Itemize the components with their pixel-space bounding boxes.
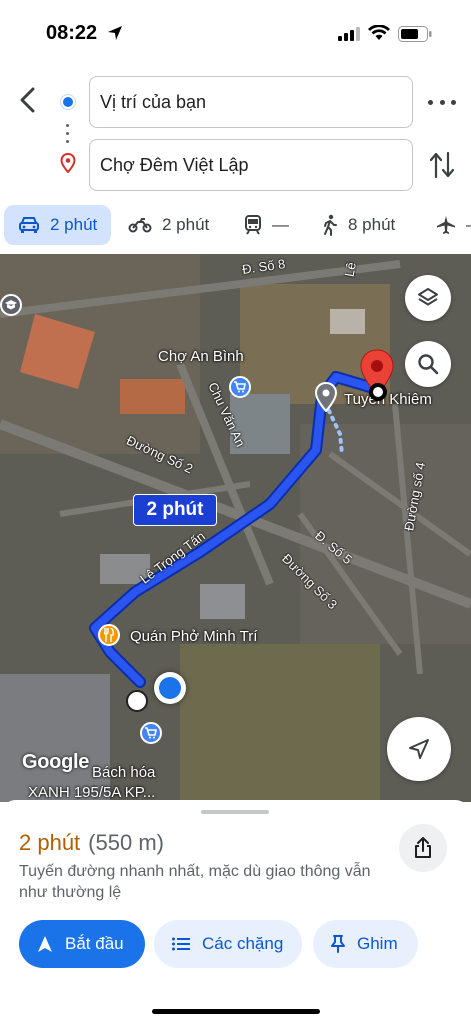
map-label-cho-an-binh: Chợ An Bình	[158, 348, 244, 365]
share-icon	[415, 837, 431, 858]
mode-car[interactable]: 2 phút	[4, 205, 112, 245]
mode-car-time: 2 phút	[50, 215, 98, 234]
shopping-cart-icon[interactable]	[229, 376, 251, 398]
start-label: Bắt đầu	[65, 934, 124, 953]
destination-point	[369, 383, 387, 401]
mode-walk-time: 8 phút	[348, 215, 396, 234]
battery-icon	[398, 26, 432, 42]
mode-flight[interactable]: –	[436, 205, 471, 245]
mode-walk[interactable]: 8 phút	[322, 205, 395, 245]
school-icon[interactable]	[0, 294, 22, 316]
back-button[interactable]	[12, 84, 42, 116]
dot	[428, 99, 433, 105]
walk-icon	[324, 214, 337, 236]
swap-icon[interactable]	[428, 149, 456, 181]
dot	[439, 99, 445, 105]
eta-distance: (550 m)	[88, 830, 164, 855]
current-location-icon	[159, 677, 181, 699]
share-button[interactable]	[399, 824, 447, 872]
map-label-bach-hoa-2: XANH 195/5A KP...	[28, 784, 156, 801]
airplane-icon	[437, 216, 455, 234]
origin-field[interactable]: Vị trí của bạn	[89, 76, 413, 128]
map-label-bach-hoa-1: Bách hóa	[92, 764, 156, 781]
sheet-grabber[interactable]	[201, 810, 269, 814]
more-options-button[interactable]	[428, 92, 456, 112]
train-icon	[245, 215, 261, 235]
status-time: 08:22	[46, 22, 98, 44]
navigation-icon	[38, 936, 52, 952]
start-button[interactable]: Bắt đầu	[19, 920, 145, 968]
current-location-ring	[154, 672, 186, 704]
street-le-partial: Lê	[341, 261, 359, 278]
mode-flight-time: –	[466, 215, 471, 235]
route-connector-dots	[66, 124, 70, 148]
route-description: Tuyến đường nhanh nhất, mặc dù giao thôn…	[19, 863, 371, 901]
wifi-icon	[368, 25, 390, 40]
steps-button[interactable]: Các chặng	[154, 920, 302, 968]
layers-icon	[418, 288, 438, 306]
list-icon	[172, 937, 190, 951]
mode-transit[interactable]: —	[244, 205, 289, 245]
google-logo: Google	[22, 751, 90, 773]
pin-button[interactable]: Ghim	[313, 920, 418, 968]
map-view[interactable]: Chợ An Bình Tuyến Khiêm Quán Phở Minh Tr…	[0, 254, 471, 802]
dot	[451, 99, 456, 105]
restaurant-icon[interactable]	[98, 624, 120, 646]
destination-field[interactable]: Chợ Đêm Việt Lập	[89, 139, 413, 191]
route-time-label: 2 phút	[133, 494, 217, 526]
waypoint-pin-icon	[314, 382, 338, 412]
search-icon	[418, 354, 439, 375]
steps-label: Các chặng	[202, 934, 284, 953]
eta-line: 2 phút (550 m)	[19, 830, 164, 856]
route-start-point	[126, 690, 148, 712]
car-icon	[19, 217, 39, 233]
mode-motorbike-time: 2 phút	[162, 215, 210, 234]
eta-time: 2 phút	[19, 830, 81, 855]
location-arrow-icon	[108, 26, 122, 40]
chevron-left-icon	[20, 87, 35, 113]
origin-dot-icon	[61, 95, 75, 109]
motorbike-icon	[128, 218, 152, 233]
shopping-cart-icon[interactable]	[140, 722, 162, 744]
route-summary-sheet: 2 phút (550 m) Tuyến đường nhanh nhất, mặ…	[0, 800, 471, 1024]
layers-button[interactable]	[405, 275, 451, 321]
signal-icon	[338, 27, 360, 41]
pin-label: Ghim	[357, 934, 398, 953]
navigation-arrow-icon	[409, 739, 429, 759]
status-bar: 08:22	[0, 0, 471, 62]
destination-pin-icon	[60, 153, 76, 173]
pin-icon	[331, 935, 345, 953]
mode-transit-time: —	[272, 215, 289, 234]
home-indicator	[152, 1009, 320, 1014]
recenter-button[interactable]	[387, 717, 451, 781]
mode-motorbike[interactable]: 2 phút	[128, 205, 209, 245]
map-label-quan-pho: Quán Phở Minh Trí	[130, 628, 258, 645]
travel-mode-bar: 2 phút 2 phút — 8 phút –	[0, 205, 471, 249]
search-along-route-button[interactable]	[405, 341, 451, 387]
